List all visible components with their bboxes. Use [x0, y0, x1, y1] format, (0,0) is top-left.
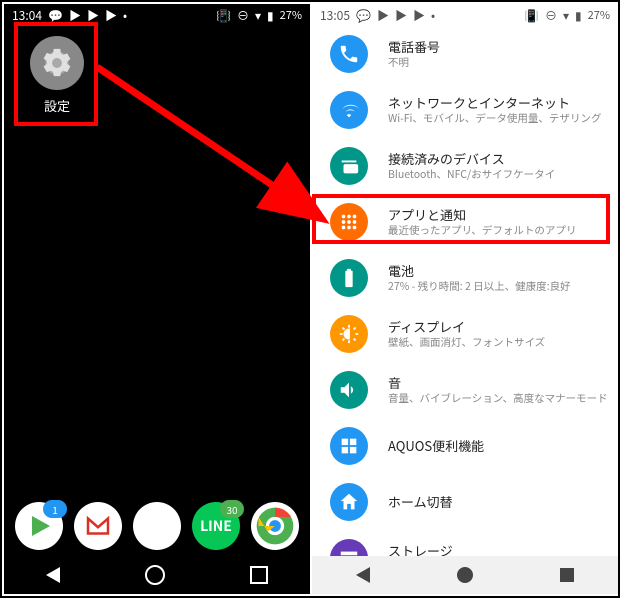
row-title: 音: [388, 375, 608, 392]
devices-icon: [330, 147, 368, 185]
dot-icon: •: [123, 7, 127, 24]
settings-row-wifi[interactable]: ネットワークとインターネットWi-Fi、モバイル、データ使用量、テザリング: [330, 82, 618, 138]
apps-icon: [330, 203, 368, 241]
phone-icon: [330, 35, 368, 73]
youtube-icon: ▶: [69, 7, 81, 24]
battery-icon: ▮: [575, 7, 582, 24]
nav-bar: [312, 556, 618, 594]
home-icon: [330, 483, 368, 521]
settings-row-aquos[interactable]: AQUOS便利機能: [330, 418, 618, 474]
phone-settings-screen: 13:05 💬 ▶ ▶ ▶ • 📳 ⊖ ▾ ▮ 27% 電話番号不明ネットワーク…: [312, 4, 618, 594]
youtube-icon: ▶: [105, 7, 117, 24]
settings-row-home[interactable]: ホーム切替: [330, 474, 618, 530]
row-title: AQUOS便利機能: [388, 438, 484, 455]
badge: 1: [43, 500, 67, 518]
row-title: ディスプレイ: [388, 319, 545, 336]
row-title: ネットワークとインターネット: [388, 95, 601, 112]
youtube-icon: ▶: [377, 7, 389, 24]
row-title: 電話番号: [388, 39, 440, 56]
dnd-icon: ⊖: [545, 7, 557, 24]
settings-app-label: 設定: [24, 96, 90, 115]
status-left-icons: 13:05 💬 ▶ ▶ ▶ •: [320, 7, 435, 24]
dnd-icon: ⊖: [237, 7, 249, 24]
storage-icon: [330, 539, 368, 556]
badge: 30: [220, 500, 244, 518]
dock: 1 LINE30: [4, 502, 310, 550]
settings-row-phone[interactable]: 電話番号不明: [330, 26, 618, 82]
wifi-icon: [330, 91, 368, 129]
back-button[interactable]: [356, 567, 370, 583]
sound-icon: [330, 371, 368, 409]
home-button[interactable]: [145, 565, 165, 585]
display-icon: [330, 315, 368, 353]
dock-gmail-icon[interactable]: [74, 502, 122, 550]
row-title: ストレージ: [388, 543, 549, 556]
home-button[interactable]: [457, 567, 473, 583]
gear-icon: [30, 36, 84, 90]
dock-blank-icon[interactable]: [133, 502, 181, 550]
status-bar: 13:04 💬 ▶ ▶ ▶ • 📳 ⊖ ▾ ▮ 27%: [4, 4, 310, 26]
status-bar: 13:05 💬 ▶ ▶ ▶ • 📳 ⊖ ▾ ▮ 27%: [312, 4, 618, 26]
clock-text: 13:04: [12, 7, 42, 24]
settings-app-launcher[interactable]: 設定: [24, 36, 90, 115]
youtube-icon: ▶: [87, 7, 99, 24]
battery-text: 27%: [280, 7, 302, 23]
row-title: 接続済みのデバイス: [388, 151, 555, 168]
settings-row-battery[interactable]: 電池27% - 残り時間: 2 日以上、健康度:良好: [330, 250, 618, 306]
settings-list[interactable]: 電話番号不明ネットワークとインターネットWi-Fi、モバイル、データ使用量、テザ…: [312, 26, 618, 556]
overview-button[interactable]: [560, 568, 574, 582]
row-title: アプリと通知: [388, 207, 576, 224]
youtube-icon: ▶: [413, 7, 425, 24]
settings-row-sound[interactable]: 音音量、バイブレーション、高度なマナーモード: [330, 362, 618, 418]
row-title: ホーム切替: [388, 494, 453, 511]
dock-chrome-icon[interactable]: [251, 502, 299, 550]
row-subtitle: 最近使ったアプリ、デフォルトのアプリ: [388, 224, 576, 238]
status-left-icons: 13:04 💬 ▶ ▶ ▶ •: [12, 7, 127, 24]
settings-row-display[interactable]: ディスプレイ壁紙、画面消灯、フォントサイズ: [330, 306, 618, 362]
dock-play-icon[interactable]: 1: [15, 502, 63, 550]
phone-home-screen: 13:04 💬 ▶ ▶ ▶ • 📳 ⊖ ▾ ▮ 27% 設定 1 LINE30: [4, 4, 310, 594]
status-right-icons: 📳 ⊖ ▾ ▮ 27%: [524, 7, 610, 24]
youtube-icon: ▶: [395, 7, 407, 24]
row-subtitle: 不明: [388, 56, 440, 70]
battery-icon: ▮: [267, 7, 274, 24]
row-subtitle: 音量、バイブレーション、高度なマナーモード: [388, 392, 608, 406]
back-button[interactable]: [46, 567, 60, 583]
wifi-icon: ▾: [563, 7, 569, 24]
clock-text: 13:05: [320, 7, 350, 24]
chat-icon: 💬: [356, 7, 371, 24]
nav-bar: [4, 556, 310, 594]
row-subtitle: Bluetooth、NFC/おサイフケータイ: [388, 168, 555, 182]
row-title: 電池: [388, 263, 571, 280]
aquos-icon: [330, 427, 368, 465]
settings-row-storage[interactable]: ストレージ使用済み 67% - 空き容量 21.01 GB: [330, 530, 618, 556]
dot-icon: •: [431, 7, 435, 24]
stage: 13:04 💬 ▶ ▶ ▶ • 📳 ⊖ ▾ ▮ 27% 設定 1 LINE30: [0, 0, 620, 598]
vibrate-icon: 📳: [216, 7, 231, 24]
battery-text: 27%: [588, 7, 610, 23]
settings-row-apps[interactable]: アプリと通知最近使ったアプリ、デフォルトのアプリ: [330, 194, 618, 250]
status-right-icons: 📳 ⊖ ▾ ▮ 27%: [216, 7, 302, 24]
dock-line-icon[interactable]: LINE30: [192, 502, 240, 550]
battery-icon: [330, 259, 368, 297]
row-subtitle: 壁紙、画面消灯、フォントサイズ: [388, 336, 545, 350]
row-subtitle: Wi-Fi、モバイル、データ使用量、テザリング: [388, 112, 601, 126]
chat-icon: 💬: [48, 7, 63, 24]
overview-button[interactable]: [250, 566, 268, 584]
row-subtitle: 27% - 残り時間: 2 日以上、健康度:良好: [388, 280, 571, 294]
settings-row-devices[interactable]: 接続済みのデバイスBluetooth、NFC/おサイフケータイ: [330, 138, 618, 194]
vibrate-icon: 📳: [524, 7, 539, 24]
wifi-icon: ▾: [255, 7, 261, 24]
